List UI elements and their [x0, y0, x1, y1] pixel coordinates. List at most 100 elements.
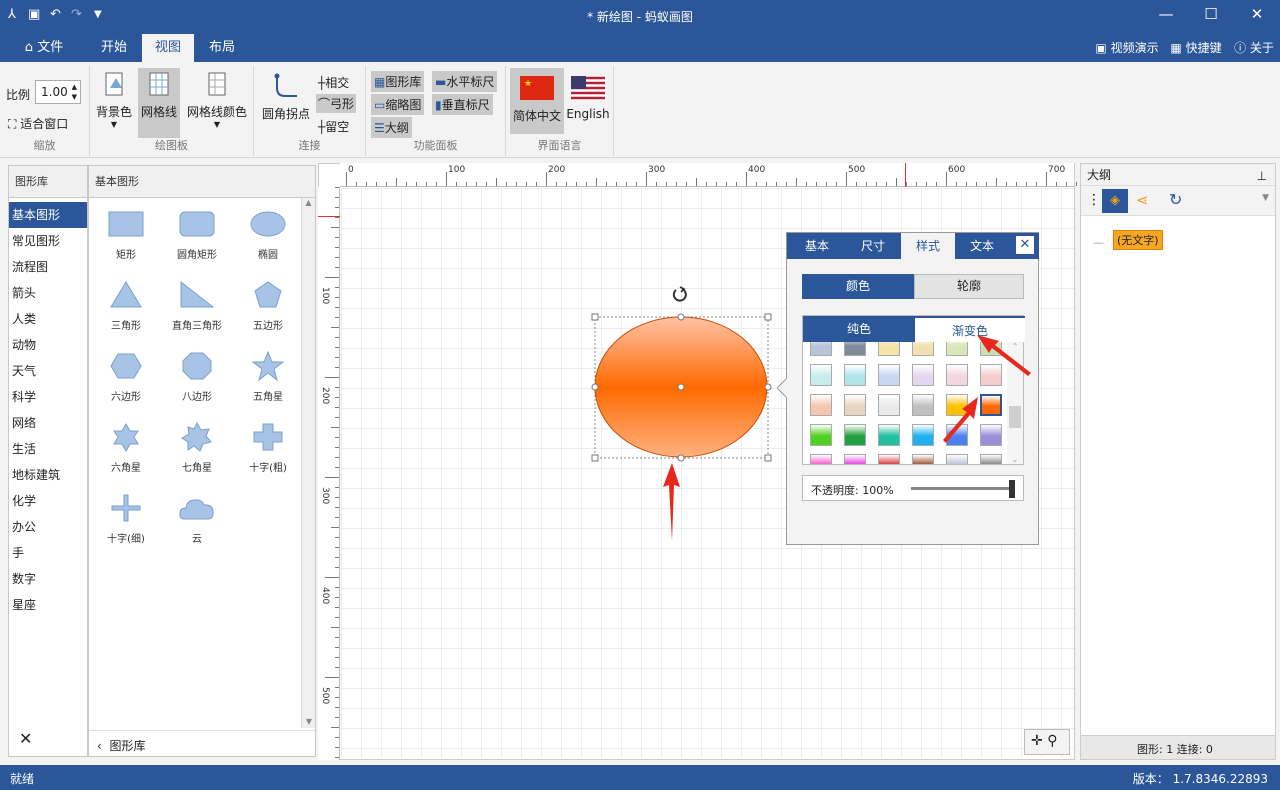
shape-item[interactable]: 五边形: [233, 279, 303, 332]
solid-fill-tab[interactable]: 纯色: [803, 316, 915, 342]
library-back-button[interactable]: ‹ 图形库: [89, 730, 315, 756]
bg-color-button[interactable]: 背景色 ▼: [94, 70, 134, 134]
category-item[interactable]: 人类: [9, 306, 87, 332]
tab-start[interactable]: 开始: [88, 34, 140, 62]
category-item[interactable]: 星座: [9, 592, 87, 618]
category-item[interactable]: 数字: [9, 566, 87, 592]
color-swatch[interactable]: [946, 454, 968, 464]
color-swatch[interactable]: [980, 454, 1002, 464]
tab-file[interactable]: ⌂ 文件: [14, 34, 74, 62]
lang-en-button[interactable]: English: [566, 68, 610, 134]
outline-toggle[interactable]: ☰大纲: [371, 117, 412, 138]
library-toggle[interactable]: ▦图形库: [371, 71, 425, 92]
category-item[interactable]: 网络: [9, 410, 87, 436]
shape-item[interactable]: 十字(粗): [233, 421, 303, 474]
outline-dropdown-icon[interactable]: ▼: [1262, 193, 1269, 203]
category-item[interactable]: 地标建筑: [9, 462, 87, 488]
color-swatch[interactable]: [878, 454, 900, 464]
color-swatch[interactable]: [844, 424, 866, 446]
color-swatch[interactable]: [979, 393, 1003, 417]
share-icon[interactable]: ⋖: [1136, 191, 1149, 209]
rotate-handle-icon[interactable]: [672, 286, 687, 302]
color-subtab[interactable]: 颜色: [802, 274, 914, 299]
round-corner-button[interactable]: 圆角拐点: [258, 72, 314, 132]
shape-item[interactable]: 云: [162, 492, 232, 545]
gap-option[interactable]: ┼留空: [318, 118, 349, 135]
category-item[interactable]: 流程图: [9, 254, 87, 280]
shape-item[interactable]: 七角星: [162, 421, 232, 474]
shape-item[interactable]: 三角形: [91, 279, 161, 332]
grid-color-button[interactable]: 网格线颜色 ▼: [184, 70, 250, 134]
minimize-button[interactable]: —: [1146, 5, 1186, 23]
category-item[interactable]: 基本图形: [9, 202, 87, 228]
shape-item[interactable]: 十字(细): [91, 492, 161, 545]
color-swatch[interactable]: [878, 364, 900, 386]
category-item[interactable]: 手: [9, 540, 87, 566]
category-item[interactable]: 动物: [9, 332, 87, 358]
shortcut-link[interactable]: ▦ 快捷键: [1166, 34, 1226, 62]
close-library-icon[interactable]: ✕: [19, 729, 32, 748]
color-swatch[interactable]: [810, 394, 832, 416]
fit-window-button[interactable]: ⛶ 适合窗口: [8, 115, 68, 132]
color-swatch[interactable]: [844, 364, 866, 386]
selected-ellipse-group[interactable]: [585, 282, 785, 467]
color-swatch[interactable]: [844, 454, 866, 464]
color-swatch[interactable]: [810, 454, 832, 464]
color-swatch[interactable]: [946, 342, 968, 356]
color-swatch[interactable]: [912, 454, 934, 464]
category-item[interactable]: 常见图形: [9, 228, 87, 254]
maximize-button[interactable]: ☐: [1191, 5, 1231, 23]
color-swatch[interactable]: [878, 394, 900, 416]
category-item[interactable]: 科学: [9, 384, 87, 410]
color-swatch[interactable]: [810, 364, 832, 386]
grid-toggle-button[interactable]: 网格线: [138, 68, 180, 138]
outline-subtab[interactable]: 轮廓: [914, 274, 1024, 299]
intersect-option[interactable]: ┼相交: [318, 74, 349, 91]
video-demo-link[interactable]: ▣ 视频演示: [1092, 34, 1162, 62]
color-swatch[interactable]: [946, 364, 968, 386]
color-swatch[interactable]: [980, 424, 1002, 446]
shape-item[interactable]: 椭圆: [233, 208, 303, 261]
color-swatch[interactable]: [912, 424, 934, 446]
close-window-button[interactable]: ✕: [1237, 5, 1277, 23]
popup-close-button[interactable]: ✕: [1016, 236, 1034, 254]
vruler-toggle[interactable]: ▮垂直标尺: [432, 94, 493, 115]
color-swatch[interactable]: [844, 342, 866, 356]
opacity-slider-track[interactable]: [911, 487, 1015, 490]
shape-item[interactable]: 圆角矩形: [162, 208, 232, 261]
tab-layout[interactable]: 布局: [196, 34, 248, 62]
color-swatch[interactable]: [912, 394, 934, 416]
popup-tab-basic[interactable]: 基本: [787, 233, 847, 259]
arc-option[interactable]: ⌒弓形: [316, 94, 357, 113]
color-swatch[interactable]: [810, 424, 832, 446]
scale-input[interactable]: 1.00 ▲ ▼: [35, 80, 81, 104]
shape-scrollbar[interactable]: ▲ ▼: [301, 198, 315, 728]
opacity-slider-thumb[interactable]: [1009, 480, 1015, 498]
popup-tab-size[interactable]: 尺寸: [843, 233, 903, 259]
outline-node[interactable]: (无文字): [1113, 230, 1163, 250]
thumbnail-toggle[interactable]: ▭缩略图: [371, 94, 425, 115]
hruler-toggle[interactable]: ▬水平标尺: [432, 71, 498, 92]
shape-item[interactable]: 矩形: [91, 208, 161, 261]
category-item[interactable]: 箭头: [9, 280, 87, 306]
shape-item[interactable]: 八边形: [162, 350, 232, 403]
scale-stepper-icon[interactable]: ▲ ▼: [72, 82, 77, 102]
shape-item[interactable]: 直角三角形: [162, 279, 232, 332]
category-item[interactable]: 办公: [9, 514, 87, 540]
color-swatch[interactable]: [810, 342, 832, 356]
shape-item[interactable]: 六边形: [91, 350, 161, 403]
color-swatch[interactable]: [878, 342, 900, 356]
color-swatch[interactable]: [912, 342, 934, 356]
category-item[interactable]: 天气: [9, 358, 87, 384]
category-item[interactable]: 生活: [9, 436, 87, 462]
more-options-icon[interactable]: ⋮: [1087, 192, 1101, 208]
zoom-icon[interactable]: ⚲: [1047, 733, 1057, 749]
popup-tab-text[interactable]: 文本: [955, 233, 1009, 259]
auto-layout-icon[interactable]: ◈: [1102, 189, 1128, 213]
pin-icon[interactable]: ⊥: [1257, 165, 1267, 187]
shape-item[interactable]: 五角星: [233, 350, 303, 403]
lang-zh-button[interactable]: ★ 简体中文: [510, 68, 564, 134]
about-link[interactable]: ⓘ 关于: [1230, 34, 1278, 62]
refresh-icon[interactable]: ↻: [1169, 190, 1182, 209]
color-swatch[interactable]: [844, 394, 866, 416]
